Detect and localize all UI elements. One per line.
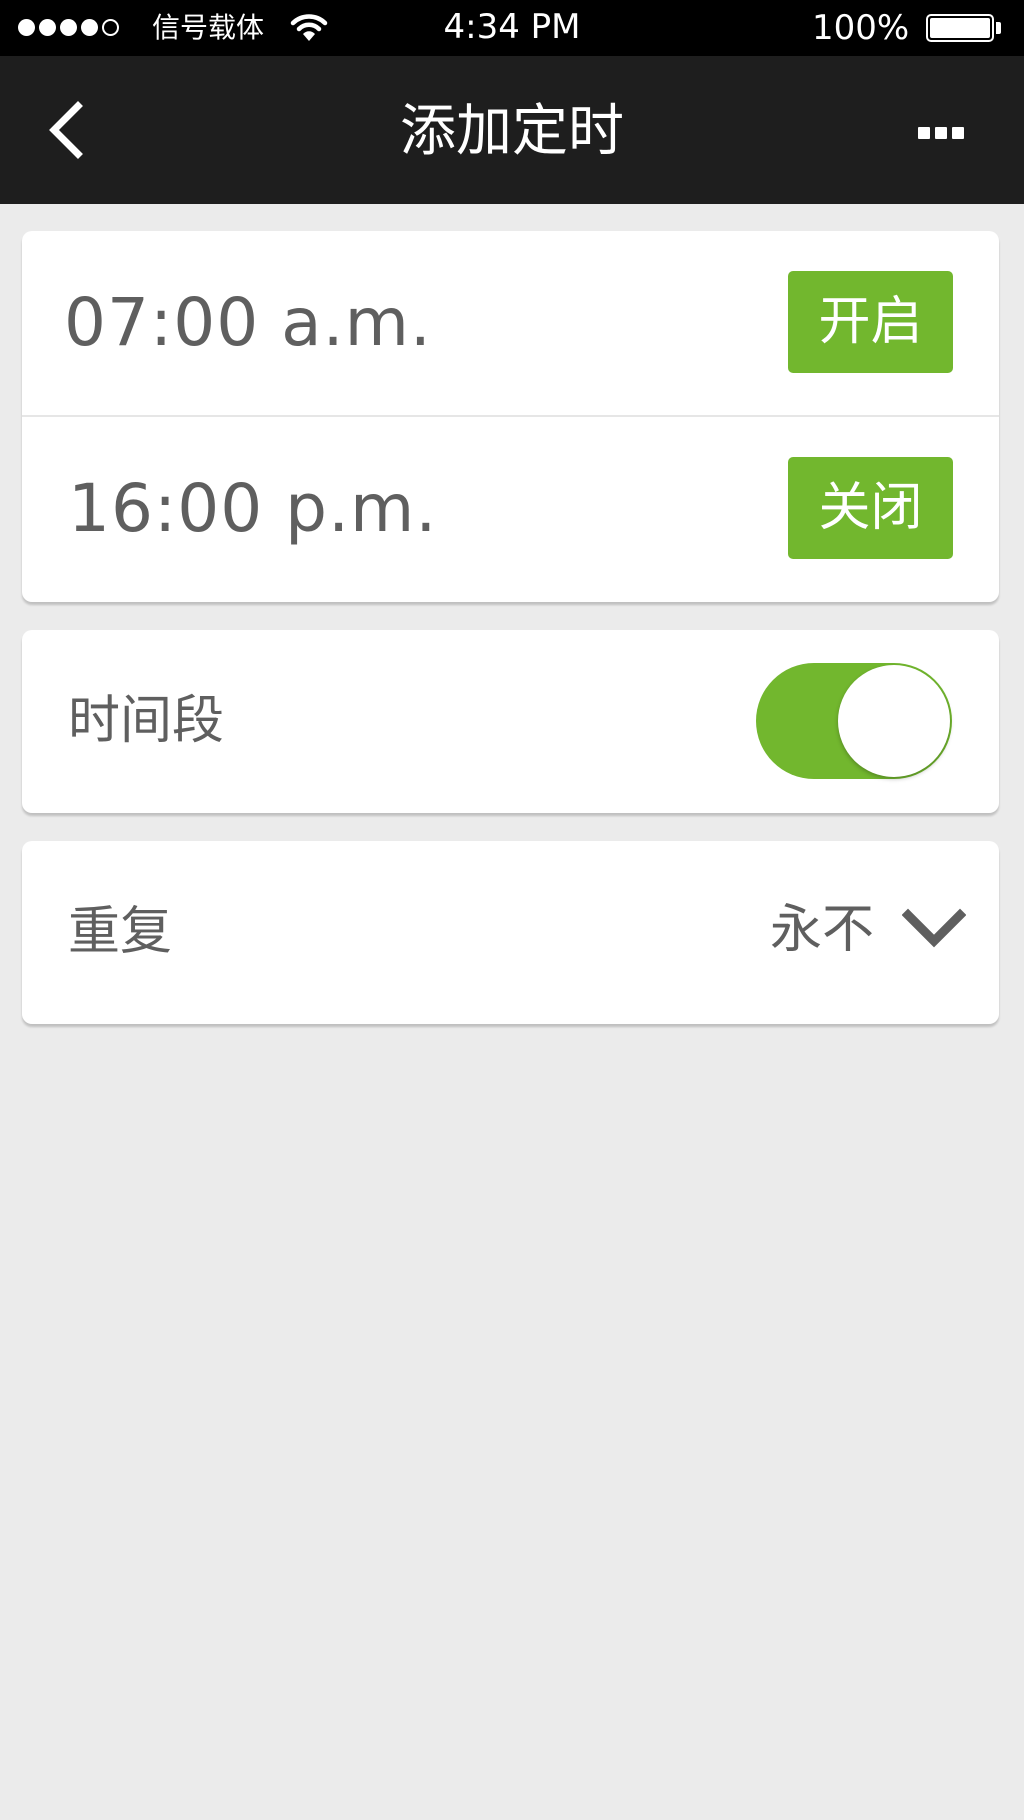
battery-fill [930,18,990,38]
more-button[interactable] [918,118,982,148]
chevron-left-icon [49,101,83,159]
more-icon-dot [918,127,930,139]
time-period-label: 时间段 [68,691,225,751]
schedule-time[interactable]: 07:00 a.m. [64,287,432,359]
turn-off-button[interactable]: 关闭 [788,457,953,559]
back-button[interactable] [40,100,100,160]
time-period-card: 时间段 [22,630,999,813]
schedule-card: 07:00 a.m. 开启 16:00 p.m. 关闭 [22,231,999,602]
schedule-time[interactable]: 16:00 p.m. [68,473,437,545]
time-period-toggle[interactable] [756,663,952,779]
status-bar: 信号载体 4:34 PM 100% [0,0,1024,56]
page-title: 添加定时 [400,99,624,164]
more-icon-dot [952,127,964,139]
battery-percent: 100% [812,8,910,48]
battery-icon [926,14,994,42]
more-icon-dot [935,127,947,139]
chevron-down-icon[interactable] [902,907,966,951]
repeat-value[interactable]: 永不 [770,899,874,961]
schedule-row-off[interactable]: 16:00 p.m. 关闭 [22,417,999,601]
toggle-knob [838,665,950,777]
schedule-row-on[interactable]: 07:00 a.m. 开启 [22,231,999,417]
navigation-bar: 添加定时 [0,56,1024,204]
battery-cap [996,22,1001,34]
turn-on-button[interactable]: 开启 [788,271,953,373]
repeat-card: 重复 永不 [22,841,999,1024]
repeat-label: 重复 [68,902,173,962]
